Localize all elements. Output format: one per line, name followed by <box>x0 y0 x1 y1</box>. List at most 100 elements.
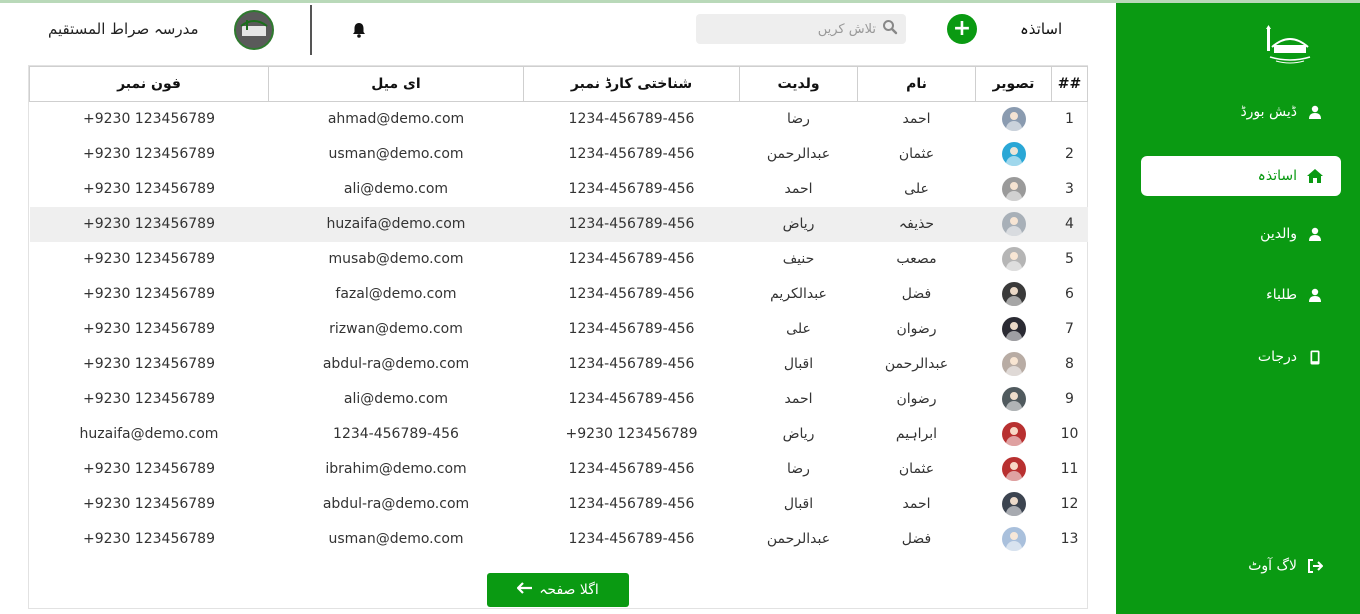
row-number: 5 <box>1065 251 1074 267</box>
search-box[interactable] <box>696 14 906 44</box>
row-avatar <box>976 417 1052 452</box>
row-father-name: عبدالرحمن <box>766 531 831 547</box>
row-email: rizwan@demo.com <box>329 321 463 337</box>
logout-button[interactable]: لاگ آوٹ <box>1141 546 1341 586</box>
row-phone: +9230 123456789 <box>83 181 215 197</box>
sidebar-item-teachers[interactable]: اساتذہ <box>1141 156 1341 196</box>
sidebar-item-dashboard[interactable]: ڈیش بورڈ <box>1141 92 1341 132</box>
row-name: عثمان <box>898 146 935 162</box>
row-avatar <box>976 102 1052 137</box>
row-phone: +9230 123456789 <box>83 321 215 337</box>
row-number: 12 <box>1060 496 1079 512</box>
sidebar: ڈیش بورڈ اساتذہ والدین طلباء درجات لاگ آ… <box>1116 3 1360 614</box>
row-avatar <box>976 382 1052 417</box>
page-title: اساتذہ <box>1020 20 1063 38</box>
row-father-name: حنیف <box>782 251 815 267</box>
row-father-name: اقبال <box>783 356 814 372</box>
table-row[interactable]: 8 عبدالرحمن اقبال 1234-456789-456 abdul-ra@d… <box>30 347 1088 382</box>
next-page-button[interactable]: اگلا صفحہ <box>487 573 629 607</box>
row-father-name: ریاض <box>739 206 858 242</box>
row-number: 8 <box>1065 356 1074 372</box>
row-name: فضل <box>901 286 932 302</box>
row-avatar <box>975 206 1052 242</box>
row-avatar <box>976 277 1052 312</box>
row-name: ابراہیم <box>895 426 938 442</box>
avatar <box>1001 177 1026 201</box>
row-email: abdul-ra@demo.com <box>322 356 470 372</box>
row-name: احمد <box>902 496 931 512</box>
user-icon <box>1307 226 1323 242</box>
logout-label: لاگ آوٹ <box>1248 558 1297 574</box>
sidebar-item-label: ڈیش بورڈ <box>1240 104 1297 120</box>
row-number: 2 <box>1065 146 1074 162</box>
column-header-father-name: ولدیت <box>739 66 858 102</box>
row-phone: +9230 123456789 <box>83 251 215 267</box>
bell-icon[interactable] <box>350 21 368 39</box>
row-avatar <box>976 452 1052 487</box>
avatar <box>1001 422 1026 446</box>
row-cnic: 1234-456789-456 <box>568 251 695 267</box>
row-name: فضل <box>901 531 932 547</box>
row-number: 3 <box>1065 181 1074 197</box>
row-cnic: 1234-456789-456 <box>568 146 695 162</box>
sidebar-item-students[interactable]: طلباء <box>1141 275 1341 315</box>
row-phone: +9230 123456789 <box>29 206 269 242</box>
row-number: 9 <box>1065 391 1074 407</box>
column-header-cnic: شناختی کارڈ نمبر <box>523 66 740 102</box>
row-number: 4 <box>1051 206 1088 242</box>
table-row[interactable]: 1 احمد رضا 1234-456789-456 ahmad@demo.com +92… <box>30 102 1088 137</box>
column-header-photo: تصویر <box>975 66 1052 102</box>
row-email: ali@demo.com <box>343 391 449 407</box>
row-avatar <box>976 522 1052 557</box>
row-cnic: +9230 123456789 <box>565 426 698 442</box>
add-teacher-button[interactable]: + <box>947 14 977 44</box>
row-email: abdul-ra@demo.com <box>322 496 470 512</box>
avatar <box>1001 142 1026 166</box>
table-row[interactable]: 3 علی احمد 1234-456789-456 ali@demo.com +9230… <box>30 172 1088 207</box>
table-row[interactable]: 13 فضل عبدالرحمن 1234-456789-456 usman@demo.… <box>30 522 1088 557</box>
sidebar-item-parents[interactable]: والدین <box>1141 214 1341 254</box>
row-name: مصعب <box>896 251 937 267</box>
next-page-label: اگلا صفحہ <box>539 582 599 598</box>
table-header-row: ## تصویر نام ولدیت شناختی کارڈ نمبر ای م… <box>29 66 1088 102</box>
avatar <box>1001 107 1026 132</box>
row-email: 1234-456789-456 <box>333 426 459 442</box>
table-row[interactable]: 2 عثمان عبدالرحمن 1234-456789-456 usman@demo… <box>30 137 1088 172</box>
row-avatar <box>976 487 1052 522</box>
row-phone: +9230 123456789 <box>83 146 215 162</box>
row-phone: huzaifa@demo.com <box>79 426 219 442</box>
table-row[interactable]: 7 رضوان علی 1234-456789-456 rizwan@demo.com +… <box>30 312 1088 347</box>
sidebar-item-classes[interactable]: درجات <box>1141 337 1341 377</box>
table-row[interactable]: 6 فضل عبدالکریم 1234-456789-456 fazal@demo.c… <box>30 277 1088 312</box>
row-father-name: ریاض <box>782 426 815 442</box>
table-row[interactable]: 4 حذیفہ ریاض 1234-456789-456 huzaifa@demo.co… <box>29 206 1088 242</box>
row-name: رضوان <box>896 321 937 337</box>
row-cnic: 1234-456789-456 <box>568 286 695 302</box>
table-row[interactable]: 9 رضوان احمد 1234-456789-456 ali@demo.com +92… <box>30 382 1088 417</box>
table-row[interactable]: 11 عثمان رضا 1234-456789-456 ibrahim@demo.co… <box>30 452 1088 487</box>
avatar <box>1001 212 1026 236</box>
row-email: usman@demo.com <box>328 531 464 547</box>
row-number: 10 <box>1060 426 1079 442</box>
row-phone: +9230 123456789 <box>83 531 215 547</box>
row-father-name: عبدالرحمن <box>766 146 831 162</box>
column-header-email: ای میل <box>268 66 524 102</box>
header-divider <box>310 5 312 55</box>
sign-out-icon <box>1307 558 1323 574</box>
mobile-icon <box>1307 349 1323 365</box>
home-icon <box>1307 168 1323 184</box>
row-father-name: رضا <box>787 111 810 128</box>
row-name: عثمان <box>898 461 935 477</box>
teachers-table-container: ## تصویر نام ولدیت شناختی کارڈ نمبر ای م… <box>28 65 1088 609</box>
table-row[interactable]: 10 ابراہیم ریاض +9230 123456789 1234-456789-… <box>30 417 1088 452</box>
row-father-name: رضا <box>787 461 810 477</box>
row-name: حذیفہ <box>857 206 976 242</box>
teachers-table: ## تصویر نام ولدیت شناختی کارڈ نمبر ای م… <box>29 66 1088 557</box>
table-row[interactable]: 5 مصعب حنیف 1234-456789-456 musab@demo.com +9… <box>30 242 1088 277</box>
search-input[interactable] <box>716 21 876 37</box>
row-cnic: 1234-456789-456 <box>568 111 695 128</box>
row-email: musab@demo.com <box>328 251 464 267</box>
row-email: huzaifa@demo.com <box>268 206 524 242</box>
avatar <box>1001 457 1026 481</box>
table-row[interactable]: 12 احمد اقبال 1234-456789-456 abdul-ra@demo.… <box>30 487 1088 522</box>
